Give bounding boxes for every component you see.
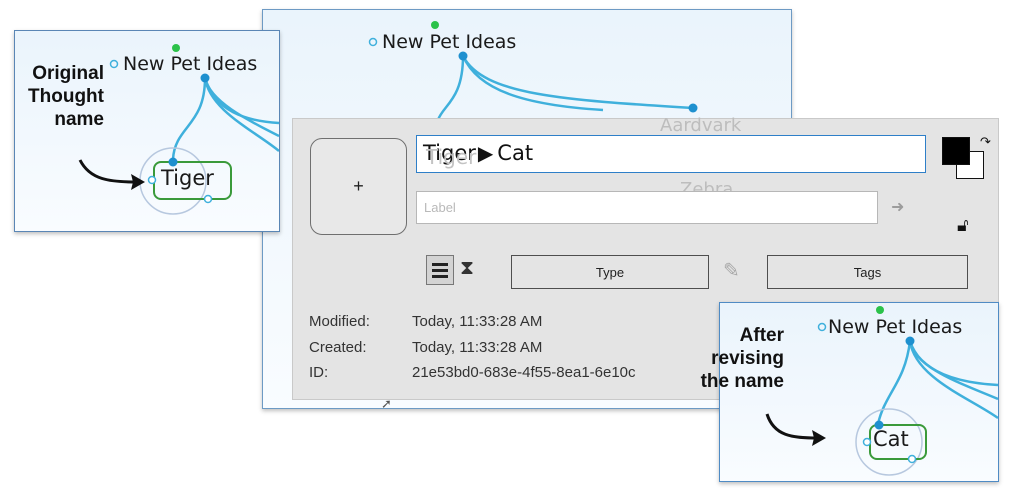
main-parent-thought[interactable]: New Pet Ideas xyxy=(382,31,516,53)
mouse-cursor-icon: ➚ xyxy=(381,396,392,411)
annotation-original: Original Thought name xyxy=(28,63,104,130)
annotation-arrow-original xyxy=(78,159,145,190)
id-row: ID: 21e53bd0-683e-4f55-8ea1-6e10c xyxy=(309,364,636,381)
tags-button[interactable]: Tags xyxy=(767,255,968,289)
swap-colors-icon[interactable]: ↷ xyxy=(980,134,991,150)
foreground-color-box xyxy=(942,137,970,165)
created-label: Created: xyxy=(309,339,367,356)
label-field[interactable]: Label xyxy=(416,191,878,224)
thought-name-field[interactable]: Tiger ▶ Cat xyxy=(416,135,926,173)
type-button[interactable]: Type xyxy=(511,255,709,289)
id-value: 21e53bd0-683e-4f55-8ea1-6e10c xyxy=(412,364,636,381)
after-parent-thought[interactable]: New Pet Ideas xyxy=(828,316,962,338)
add-thought-button[interactable]: + xyxy=(310,138,407,235)
before-parent-thought[interactable]: New Pet Ideas xyxy=(123,53,257,75)
modified-label: Modified: xyxy=(309,313,370,330)
id-label: ID: xyxy=(309,364,329,381)
list-icon xyxy=(432,262,448,266)
pencil-icon[interactable]: ✎ xyxy=(723,258,740,283)
arrow-right-icon: ▶ xyxy=(477,141,494,165)
annotation-arrow-after xyxy=(765,413,826,446)
tags-button-label: Tags xyxy=(853,264,882,280)
list-view-button[interactable] xyxy=(426,255,454,285)
plus-icon: + xyxy=(353,176,364,196)
annotation-after: After revising the name xyxy=(700,325,784,392)
pin-icon[interactable]: ➜ xyxy=(891,197,904,217)
name-new-value: Cat xyxy=(497,141,534,165)
created-value: Today, 11:33:28 AM xyxy=(412,339,543,356)
ghost-aardvark: Aardvark xyxy=(660,115,742,136)
label-placeholder: Label xyxy=(424,200,456,215)
color-swatch[interactable]: ↷ xyxy=(942,134,992,181)
hourglass-icon[interactable]: ⧗ xyxy=(460,257,474,280)
created-row: Created: Today, 11:33:28 AM xyxy=(309,339,542,356)
modified-value: Today, 11:33:28 AM xyxy=(412,313,543,330)
ghost-tiger: Tiger xyxy=(426,145,477,169)
type-button-label: Type xyxy=(595,264,625,280)
unlock-icon[interactable]: 🔓︎ xyxy=(957,215,969,236)
modified-row: Modified: Today, 11:33:28 AM xyxy=(309,313,542,330)
